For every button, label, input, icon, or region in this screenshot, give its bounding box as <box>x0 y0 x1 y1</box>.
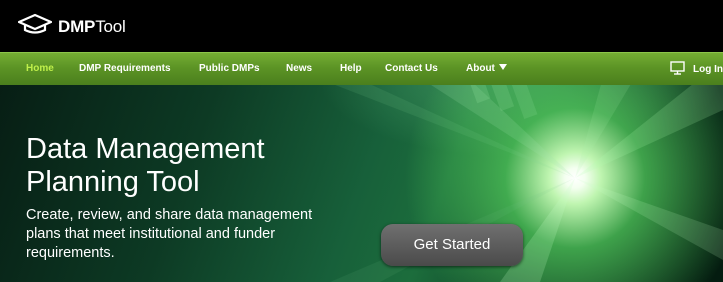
nav-dmp-requirements[interactable]: DMP Requirements <box>79 53 171 85</box>
nav-about[interactable]: About <box>466 53 507 85</box>
hero-title: Data Management Planning Tool <box>26 133 265 198</box>
nav-help[interactable]: Help <box>340 53 362 85</box>
monitor-icon <box>670 60 693 78</box>
nav-contact-us[interactable]: Contact Us <box>385 53 438 85</box>
main-nav: Home DMP Requirements Public DMPs News H… <box>0 52 723 85</box>
logo-text: DMPTool <box>58 17 126 37</box>
nav-public-dmps[interactable]: Public DMPs <box>199 53 260 85</box>
caret-down-icon <box>498 64 507 70</box>
nav-home[interactable]: Home <box>26 53 54 85</box>
hero-subtitle: Create, review, and share data managemen… <box>26 207 313 261</box>
nav-about-label: About <box>466 63 495 74</box>
logo-text-bold: DMP <box>58 16 96 36</box>
get-started-button[interactable]: Get Started <box>381 224 523 266</box>
site-logo[interactable]: DMPTool <box>17 13 126 40</box>
homepage: DMPTool Home DMP Requirements Public DMP… <box>0 0 723 282</box>
login-link[interactable]: Log In <box>670 53 723 85</box>
mortarboard-icon <box>17 13 53 40</box>
nav-news[interactable]: News <box>286 53 312 85</box>
login-label: Log In <box>693 63 723 75</box>
site-header: DMPTool <box>0 0 723 52</box>
logo-text-light: Tool <box>95 16 126 36</box>
